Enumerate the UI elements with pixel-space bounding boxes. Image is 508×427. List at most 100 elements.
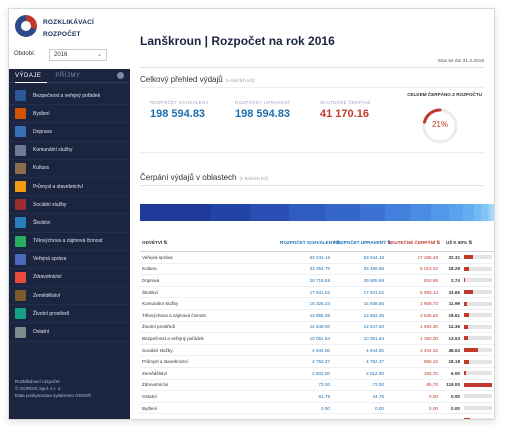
percent-bar-cell	[462, 324, 494, 329]
sidebar-item-label: Bezpečnost a veřejný pořádek	[33, 92, 101, 99]
adjusted-cell: 4 944.00	[366, 347, 384, 353]
sidebar-item-label: Sociální služby	[33, 201, 67, 208]
sidebar-item[interactable]: Ostatní	[9, 323, 130, 342]
col-actual[interactable]: SKUTEČNÉ ČERPÁNÍ ⇅	[388, 240, 442, 245]
sidebar-item[interactable]: Životní prostředí	[9, 305, 130, 324]
area-segment[interactable]	[289, 204, 325, 221]
table-row[interactable]: Kultura 33 354.70 33 456.66 6 013.42 18.29	[140, 264, 494, 276]
kpi-approved: ROZPOČET SCHVÁLENÝ 198 594.83	[150, 100, 209, 120]
percent-cell: 119.00	[446, 382, 460, 388]
area-segment[interactable]	[324, 204, 361, 221]
gauge-value: 21%	[431, 120, 448, 129]
col-adjusted[interactable]: ROZPOČET UPRAVENÝ ⇅	[334, 240, 391, 245]
actual-cell: 17 256.46	[417, 254, 438, 260]
area-segment[interactable]	[360, 204, 385, 221]
actual-cell: 2 404.32	[420, 347, 438, 353]
period-select[interactable]: 2016 ⌄	[49, 49, 107, 61]
col-percent[interactable]: UŽ K 60% ⇅	[442, 240, 494, 245]
percent-bar-fill	[464, 336, 468, 341]
area-segment[interactable]	[480, 204, 488, 221]
sidebar-item-label: Tělovýchova a zájmová činnost	[33, 238, 103, 245]
area-segment[interactable]	[463, 204, 474, 221]
settings-icon[interactable]	[117, 72, 124, 79]
table-row[interactable]: Sociální služby 4 944.00 4 944.00 2 404.32 4…	[140, 345, 494, 357]
sidebar-item[interactable]: Veřejná správa	[9, 251, 130, 269]
sidebar-item[interactable]: Doprava	[9, 123, 130, 142]
table-row[interactable]: Školství 17 941.02 17 941.02 5 993.13 33.65	[140, 287, 494, 299]
adjusted-cell: 0.00	[375, 405, 384, 411]
table-header: ODVĚTVÍ ⇅ ROZPOČET SCHVÁLENÝ ⇅ ROZPOČET …	[140, 234, 494, 252]
adjusted-cell: 10 051.94	[363, 335, 384, 341]
area-segment[interactable]	[211, 204, 251, 221]
table-row[interactable]: Bezpečnost a veřejný pořádek 10 051.94 10 …	[140, 333, 494, 345]
percent-bar-track	[464, 418, 492, 419]
sidebar-item[interactable]: Školství	[9, 214, 130, 233]
sector-cell: Průmysl a stavebnictví	[142, 359, 188, 365]
adjusted-cell: 12 547.50	[363, 324, 384, 330]
area-segment[interactable]	[250, 204, 290, 221]
percent-bar-track	[464, 313, 492, 318]
sidebar-item-label: Bydlení	[33, 110, 50, 117]
tab-income[interactable]: PŘÍJMY	[55, 73, 80, 79]
actual-cell: 0.00	[429, 405, 438, 411]
page-title: Lanškroun | Rozpočet na rok 2016	[140, 34, 335, 48]
table-row[interactable]: Doprava 29 715.69 29 505.69 815.65 2.74	[140, 275, 494, 287]
table-row[interactable]: Ostatní 61.75 44.75 0.00 0.00	[140, 391, 494, 403]
overview-title: Celkový přehled výdajů (v tisících Kč)	[140, 75, 255, 84]
sector-cell: Bezpečnost a veřejný pořádek	[142, 335, 204, 341]
sidebar-item[interactable]: Bezpečnost a veřejný pořádek	[9, 87, 130, 106]
table-row[interactable]: Tělovýchova a zájmová činnost 13 658.36 13…	[140, 310, 494, 322]
adjusted-cell: 13 683.36	[363, 312, 384, 318]
sidebar-item[interactable]: Tělovýchova a zájmová činnost	[9, 233, 130, 251]
sector-cell: Školství	[142, 289, 159, 295]
area-segment[interactable]	[491, 204, 494, 221]
sidebar-item[interactable]: Zdravotnictví	[9, 269, 130, 288]
percent-bar-track	[464, 336, 492, 341]
percent-bar-fill	[464, 418, 470, 419]
sidebar-item[interactable]: Bydlení	[9, 105, 130, 124]
col-approved[interactable]: ROZPOČET SCHVÁLENÝ ⇅	[280, 240, 340, 245]
area-segment[interactable]	[384, 204, 410, 221]
area-segment[interactable]	[473, 204, 481, 221]
sidebar-item[interactable]: Průmysl a stavebnictví	[9, 178, 130, 197]
area-segment[interactable]	[409, 204, 432, 221]
sidebar-footer: Rozklikávací rozpočet © GORDIC spol. s r…	[15, 378, 91, 399]
percent-bar-fill	[464, 255, 474, 260]
sidebar-item[interactable]: Zemědělství	[9, 287, 130, 306]
sidebar-item[interactable]: Sociální služby	[9, 196, 130, 215]
sidebar-item[interactable]: Komunální služby	[9, 142, 130, 160]
percent-bar-fill	[464, 290, 474, 295]
sector-cell: Sociální služby	[142, 347, 173, 353]
area-segment[interactable]	[448, 204, 464, 221]
approved-cell: 53 044.16	[309, 254, 330, 260]
col-sector[interactable]: ODVĚTVÍ ⇅	[140, 240, 280, 245]
tab-expenses[interactable]: VÝDAJE	[15, 73, 41, 79]
category-icon	[15, 144, 26, 156]
table-row[interactable]: Veřejná správa 53 044.16 53 044.16 17 256.4…	[140, 252, 494, 264]
approved-cell: 33 354.70	[309, 266, 330, 272]
table-row[interactable]: Zdravotnictví 72.00 73.00 85.70 119.00	[140, 380, 494, 392]
percent-bar-cell	[462, 255, 494, 260]
category-icon	[15, 290, 26, 302]
table-row[interactable]: Životní prostředí 12 648.00 12 547.50 1 663…	[140, 322, 494, 334]
table-row[interactable]: Zemědělství 2 602.00 2 612.00 155.70 6.00	[140, 368, 494, 380]
percent-cell: 18.61	[448, 312, 461, 318]
table-row[interactable]: Bydlení 0.00 0.00 0.00 0.00	[140, 403, 494, 415]
sidebar-item[interactable]: Kultura	[9, 160, 130, 178]
percent-bar-track	[464, 394, 492, 399]
category-icon	[15, 253, 26, 265]
approved-cell: 16 326.34	[309, 301, 330, 307]
table-row[interactable]: Komunální služby 16 326.34 15 938.56 1 909.…	[140, 298, 494, 310]
table-row[interactable]: Průmysl a stavebnictví 4 752.37 4 752.37 86…	[140, 356, 494, 368]
actual-cell: 1 360.00	[420, 335, 438, 341]
sector-cell: Ostatní	[142, 393, 157, 399]
approved-cell: 4 752.37	[312, 359, 330, 365]
percent-bar-cell	[462, 382, 494, 387]
area-segment[interactable]	[140, 204, 211, 221]
nav-menu: Bezpečnost a veřejný pořádek Bydlení Dopra…	[9, 83, 130, 342]
sidebar-item-label: Doprava	[33, 128, 52, 135]
area-segment[interactable]	[431, 204, 449, 221]
brand[interactable]: ROZKLIKÁVACÍ ROZPOČET	[15, 15, 130, 49]
percent-cell: 20.73	[442, 418, 462, 419]
brand-line-2: ROZPOČET	[43, 31, 81, 38]
